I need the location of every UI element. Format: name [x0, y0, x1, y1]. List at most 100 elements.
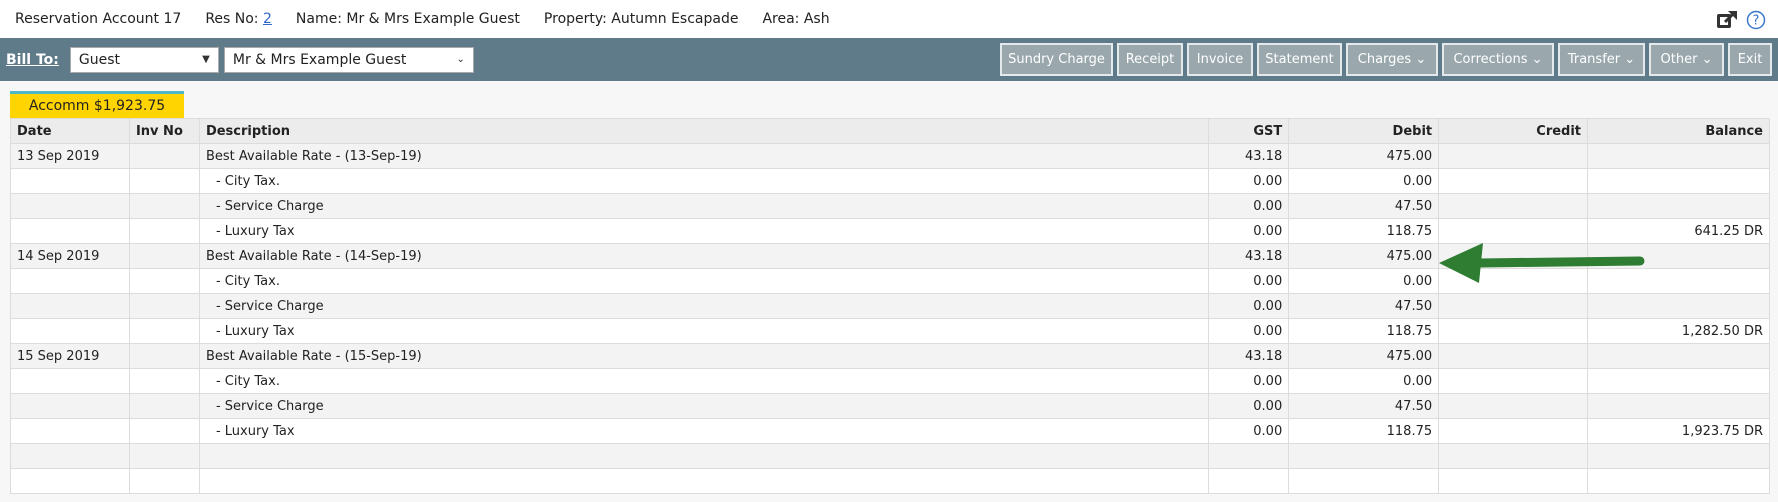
cell-debit: [1288, 468, 1440, 494]
cell-credit: [1438, 393, 1589, 419]
cell-balance: [1587, 293, 1770, 319]
cell-inv-no: [128, 243, 200, 269]
toolbar-buttons: Sundry Charge Receipt Invoice Statement …: [1000, 43, 1772, 76]
cell-gst: 0.00: [1208, 418, 1290, 444]
transfer-dropdown-button[interactable]: Transfer ⌄: [1558, 43, 1645, 76]
cell-gst: 43.18: [1208, 343, 1290, 369]
cell-description: [198, 468, 1210, 494]
cell-gst: 43.18: [1208, 243, 1290, 269]
cell-description: Best Available Rate - (14-Sep-19): [198, 243, 1210, 269]
cell-debit: 475.00: [1288, 143, 1440, 169]
transfer-label: Transfer: [1567, 52, 1621, 67]
cell-date: [10, 418, 130, 444]
guest-name: Name: Mr & Mrs Example Guest: [295, 11, 520, 27]
cell-date: 14 Sep 2019: [10, 243, 130, 269]
exit-button[interactable]: Exit: [1728, 43, 1772, 76]
cell-gst: 0.00: [1208, 268, 1290, 294]
table-row[interactable]: 13 Sep 2019 Best Available Rate - (13-Sep…: [10, 143, 1770, 169]
col-inv-no[interactable]: Inv No: [128, 118, 200, 144]
sundry-charge-button[interactable]: Sundry Charge: [1000, 43, 1113, 76]
cell-date: 15 Sep 2019: [10, 343, 130, 369]
col-date[interactable]: Date: [10, 118, 130, 144]
cell-gst: 0.00: [1208, 293, 1290, 319]
col-gst[interactable]: GST: [1208, 118, 1290, 144]
cell-gst: 0.00: [1208, 368, 1290, 394]
col-description[interactable]: Description: [198, 118, 1210, 144]
other-dropdown-button[interactable]: Other ⌄: [1649, 43, 1724, 76]
cell-inv-no: [128, 168, 200, 194]
bill-to-name-value: Mr & Mrs Example Guest: [232, 51, 407, 68]
ledger-content: Accomm $1,923.75 Date Inv No Description…: [0, 81, 1778, 502]
cell-date: [10, 268, 130, 294]
charges-dropdown-button[interactable]: Charges ⌄: [1346, 43, 1438, 76]
chevron-down-icon: ⌄: [1701, 52, 1713, 67]
cell-balance: 1,923.75 DR: [1587, 418, 1770, 444]
bill-to-name-select[interactable]: Mr & Mrs Example Guest ⌄: [223, 46, 474, 73]
cell-gst: [1208, 443, 1290, 469]
bill-to-link[interactable]: Bill To:: [6, 52, 59, 68]
corrections-label: Corrections: [1453, 52, 1528, 67]
top-icons: ?: [1716, 10, 1766, 30]
cell-debit: 0.00: [1288, 268, 1440, 294]
cell-date: [10, 318, 130, 344]
external-link-icon[interactable]: [1716, 10, 1738, 30]
cell-gst: 0.00: [1208, 193, 1290, 219]
table-row[interactable]: - City Tax. 0.00 0.00: [10, 168, 1770, 194]
area-name: Area: Ash: [762, 11, 830, 27]
table-row[interactable]: - Service Charge 0.00 47.50: [10, 393, 1770, 419]
invoice-button[interactable]: Invoice: [1187, 43, 1253, 76]
cell-balance: [1587, 193, 1770, 219]
svg-text:?: ?: [1753, 14, 1760, 29]
reservation-info-bar: Reservation Account 17 Res No: 2 Name: M…: [0, 0, 1778, 38]
cell-balance: 1,282.50 DR: [1587, 318, 1770, 344]
chevron-down-icon: ⌄: [1415, 52, 1427, 67]
col-balance[interactable]: Balance: [1587, 118, 1770, 144]
cell-date: [10, 168, 130, 194]
cell-inv-no: [128, 368, 200, 394]
bill-to-type-select[interactable]: Guest ▼: [69, 46, 219, 73]
cell-credit: [1438, 443, 1589, 469]
table-row[interactable]: - Luxury Tax 0.00 118.75 1,282.50 DR: [10, 318, 1770, 344]
cell-inv-no: [128, 468, 200, 494]
table-row[interactable]: - City Tax. 0.00 0.00: [10, 368, 1770, 394]
help-icon[interactable]: ?: [1746, 10, 1766, 30]
col-debit[interactable]: Debit: [1288, 118, 1440, 144]
table-row[interactable]: - Luxury Tax 0.00 118.75 1,923.75 DR: [10, 418, 1770, 444]
cell-debit: 0.00: [1288, 168, 1440, 194]
accomm-tab[interactable]: Accomm $1,923.75: [10, 91, 184, 118]
cell-gst: 0.00: [1208, 393, 1290, 419]
cell-description: - City Tax.: [198, 368, 1210, 394]
ledger-table: Date Inv No Description GST Debit Credit…: [10, 118, 1770, 494]
table-row[interactable]: [10, 468, 1770, 494]
charges-label: Charges: [1357, 52, 1412, 67]
col-credit[interactable]: Credit: [1438, 118, 1589, 144]
cell-debit: 47.50: [1288, 393, 1440, 419]
res-no-link[interactable]: 2: [263, 11, 272, 27]
cell-debit: 475.00: [1288, 343, 1440, 369]
cell-credit: [1438, 218, 1589, 244]
table-row[interactable]: [10, 443, 1770, 469]
receipt-button[interactable]: Receipt: [1117, 43, 1183, 76]
cell-description: - Luxury Tax: [198, 418, 1210, 444]
annotation-arrow: [1439, 243, 1645, 283]
cell-date: [10, 293, 130, 319]
corrections-dropdown-button[interactable]: Corrections ⌄: [1442, 43, 1554, 76]
cell-debit: 47.50: [1288, 293, 1440, 319]
statement-button[interactable]: Statement: [1257, 43, 1342, 76]
cell-inv-no: [128, 343, 200, 369]
cell-credit: [1438, 293, 1589, 319]
cell-inv-no: [128, 443, 200, 469]
cell-description: - Service Charge: [198, 193, 1210, 219]
table-row[interactable]: - Service Charge 0.00 47.50: [10, 193, 1770, 219]
table-row[interactable]: 15 Sep 2019 Best Available Rate - (15-Sep…: [10, 343, 1770, 369]
cell-description: Best Available Rate - (13-Sep-19): [198, 143, 1210, 169]
other-label: Other: [1660, 52, 1698, 67]
table-row[interactable]: - Service Charge 0.00 47.50: [10, 293, 1770, 319]
chevron-down-icon: ⌄: [456, 54, 465, 65]
cell-description: - Service Charge: [198, 393, 1210, 419]
cell-gst: [1208, 468, 1290, 494]
property-name: Property: Autumn Escapade: [543, 11, 739, 27]
cell-inv-no: [128, 393, 200, 419]
cell-inv-no: [128, 293, 200, 319]
table-row[interactable]: - Luxury Tax 0.00 118.75 641.25 DR: [10, 218, 1770, 244]
